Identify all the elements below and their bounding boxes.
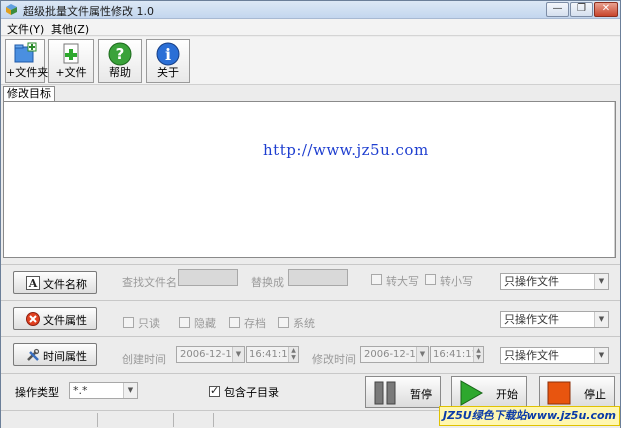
app-logo-icon xyxy=(6,4,17,15)
about-label: 关于 xyxy=(157,66,179,79)
menu-other[interactable]: 其他(Z) xyxy=(51,21,89,37)
lowercase-checkbox[interactable] xyxy=(425,274,436,285)
filename-button-label: 文件名称 xyxy=(43,278,87,291)
status-divider xyxy=(213,413,214,427)
app-window: 超级批量文件属性修改 1.0 — ❐ ✕ 文件(Y) 其他(Z) +文件夹 +文… xyxy=(0,0,621,428)
stop-sign-icon xyxy=(26,312,40,326)
tools-icon xyxy=(27,348,40,361)
op-type-select[interactable]: *.* ▼ xyxy=(69,382,138,399)
chevron-down-icon: ▼ xyxy=(594,274,608,289)
add-file-label: +文件 xyxy=(55,66,87,79)
modified-date-picker[interactable]: 2006-12-12 ▼ xyxy=(360,346,429,363)
start-label: 开始 xyxy=(496,388,518,401)
attribute-row: 文件属性 只读 隐藏 存档 系统 只操作文件 ▼ xyxy=(1,300,620,334)
spinner-icon[interactable]: ▲ ▼ xyxy=(288,347,298,362)
pause-label: 暂停 xyxy=(410,388,432,401)
hidden-label: 隐藏 xyxy=(194,317,216,330)
readonly-checkbox[interactable] xyxy=(123,317,134,328)
help-button[interactable]: ? 帮助 xyxy=(98,39,142,83)
attribute-scope-value: 只操作文件 xyxy=(504,313,559,326)
font-icon: A xyxy=(26,276,40,290)
tab-target[interactable]: 修改目标 xyxy=(3,86,55,101)
status-divider xyxy=(173,413,174,427)
spinner-icon[interactable]: ▲ ▼ xyxy=(473,347,483,362)
readonly-label: 只读 xyxy=(138,317,160,330)
uppercase-checkbox[interactable] xyxy=(371,274,382,285)
created-time-label: 创建时间 xyxy=(122,353,166,366)
svg-text:A: A xyxy=(28,277,38,290)
created-time-picker[interactable]: 16:41:11 ▲ ▼ xyxy=(246,346,299,363)
modified-date-value: 2006-12-12 xyxy=(364,349,423,360)
pause-button[interactable]: 暂停 xyxy=(365,376,441,408)
info-icon: i xyxy=(156,42,180,66)
uppercase-label: 转大写 xyxy=(386,275,419,288)
time-scope-value: 只操作文件 xyxy=(504,349,559,362)
system-label: 系统 xyxy=(293,317,315,330)
restore-button[interactable]: ❐ xyxy=(570,2,593,17)
status-divider xyxy=(97,413,98,427)
time-scope-select[interactable]: 只操作文件 ▼ xyxy=(500,347,609,364)
include-subdir-label: 包含子目录 xyxy=(224,386,279,399)
add-file-icon xyxy=(63,43,79,64)
chevron-down-icon: ▼ xyxy=(232,347,244,362)
add-folder-button[interactable]: +文件夹 xyxy=(5,39,49,83)
target-list[interactable] xyxy=(3,101,616,258)
help-icon: ? xyxy=(108,42,132,66)
replace-with-label: 替换成 xyxy=(251,276,284,289)
chevron-down-icon: ▼ xyxy=(594,348,608,363)
add-folder-label: +文件夹 xyxy=(6,66,49,79)
help-label: 帮助 xyxy=(109,66,131,79)
archive-label: 存档 xyxy=(244,317,266,330)
close-button[interactable]: ✕ xyxy=(594,2,618,17)
time-button[interactable]: 时间属性 xyxy=(13,343,97,366)
find-filename-input[interactable] xyxy=(178,269,238,286)
modified-time-value: 16:41:11 xyxy=(433,349,478,360)
site-url-link[interactable]: http://www.jz5u.com xyxy=(263,141,429,159)
window-title: 超级批量文件属性修改 1.0 xyxy=(23,5,154,18)
find-filename-label: 查找文件名 xyxy=(122,276,177,289)
pause-icon xyxy=(374,381,396,405)
time-row: 时间属性 创建时间 2006-12-12 ▼ 16:41:11 ▲ ▼ 修改时间 … xyxy=(1,336,620,370)
replace-with-input[interactable] xyxy=(288,269,348,286)
filename-button[interactable]: A 文件名称 xyxy=(13,271,97,294)
attribute-button[interactable]: 文件属性 xyxy=(13,307,97,330)
include-subdir-checkbox[interactable] xyxy=(209,384,220,397)
modified-time-label: 修改时间 xyxy=(312,353,356,366)
op-type-label: 操作类型 xyxy=(15,386,59,399)
bottom-controls: 操作类型 *.* ▼ 包含子目录 暂停 开始 停止 xyxy=(1,373,620,409)
svg-text:?: ? xyxy=(116,45,125,63)
add-folder-icon xyxy=(14,42,37,63)
filename-scope-select[interactable]: 只操作文件 ▼ xyxy=(500,273,609,290)
svg-text:i: i xyxy=(165,45,171,64)
about-button[interactable]: i 关于 xyxy=(146,39,190,83)
system-checkbox[interactable] xyxy=(278,317,289,328)
start-button[interactable]: 开始 xyxy=(451,376,527,408)
stop-icon xyxy=(547,381,571,405)
time-button-label: 时间属性 xyxy=(43,350,87,363)
menu-bar: 文件(Y) 其他(Z) xyxy=(1,19,620,36)
attribute-scope-select[interactable]: 只操作文件 ▼ xyxy=(500,311,609,328)
minimize-button[interactable]: — xyxy=(546,2,569,17)
filename-scope-value: 只操作文件 xyxy=(504,275,559,288)
title-bar[interactable]: 超级批量文件属性修改 1.0 — ❐ ✕ xyxy=(1,1,620,19)
created-date-value: 2006-12-12 xyxy=(180,349,239,360)
hidden-checkbox[interactable] xyxy=(179,317,190,328)
attribute-button-label: 文件属性 xyxy=(43,314,87,327)
op-type-value: *.* xyxy=(73,384,88,397)
chevron-down-icon: ▼ xyxy=(416,347,428,362)
menu-file[interactable]: 文件(Y) xyxy=(7,21,44,37)
toolbar: +文件夹 +文件 ? 帮助 i 关于 xyxy=(1,37,620,85)
chevron-down-icon: ▼ xyxy=(123,383,137,398)
stop-label: 停止 xyxy=(584,388,606,401)
created-date-picker[interactable]: 2006-12-12 ▼ xyxy=(176,346,245,363)
filename-row: A 文件名称 查找文件名 替换成 转大写 转小写 只操作文件 ▼ xyxy=(1,264,620,298)
lowercase-label: 转小写 xyxy=(440,275,473,288)
stop-button[interactable]: 停止 xyxy=(539,376,615,408)
site-watermark: JZ5U绿色下载站www.jz5u.com xyxy=(439,406,620,426)
play-icon xyxy=(460,380,484,406)
modified-time-picker[interactable]: 16:41:11 ▲ ▼ xyxy=(430,346,484,363)
chevron-down-icon: ▼ xyxy=(594,312,608,327)
add-file-button[interactable]: +文件 xyxy=(48,39,94,83)
archive-checkbox[interactable] xyxy=(229,317,240,328)
